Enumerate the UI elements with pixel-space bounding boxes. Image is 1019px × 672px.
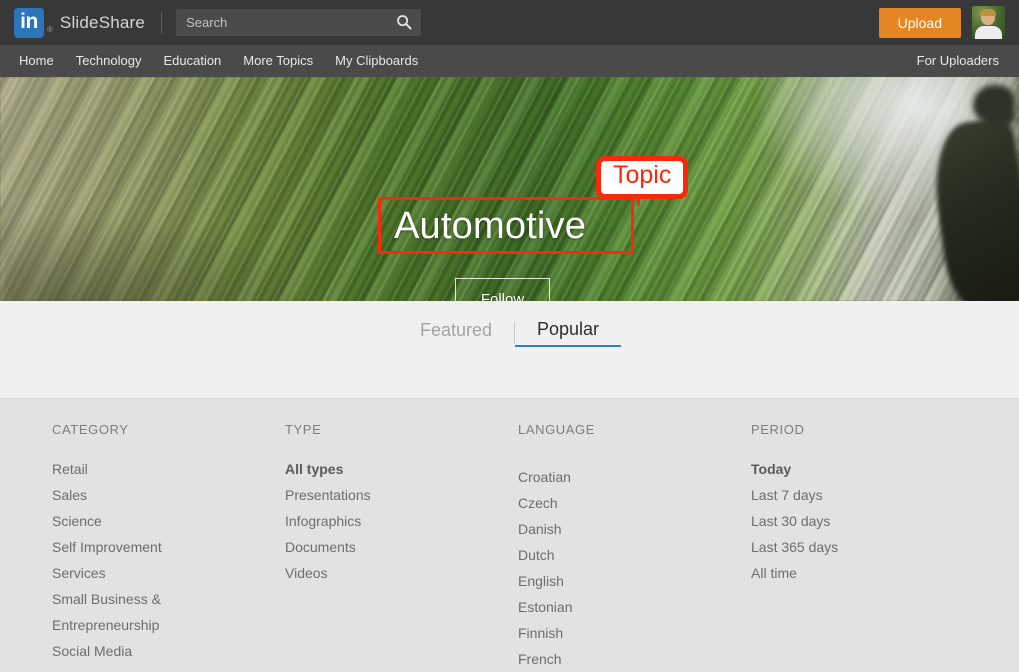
search-icon[interactable]: [396, 14, 412, 30]
list-item[interactable]: Finnish: [518, 620, 668, 646]
filter-column-period: PERIOD Today Last 7 days Last 30 days La…: [751, 422, 984, 672]
list-item[interactable]: Today: [751, 456, 901, 482]
avatar-hair: [980, 9, 996, 16]
list-item[interactable]: Infographics: [285, 508, 435, 534]
nav-item-education[interactable]: Education: [163, 45, 221, 77]
filter-heading-language: LANGUAGE: [518, 422, 596, 437]
brand-logo[interactable]: in ® SlideShare: [14, 7, 146, 38]
main-navigation: Home Technology Education More Topics My…: [0, 45, 1019, 77]
list-item[interactable]: Science: [52, 508, 202, 534]
filter-list-type: All types Presentations Infographics Doc…: [285, 456, 518, 586]
list-item[interactable]: English: [518, 568, 668, 594]
tab-popular[interactable]: Popular: [515, 319, 622, 347]
nav-item-for-uploaders[interactable]: For Uploaders: [917, 53, 999, 68]
filter-panel: CATEGORY Retail Sales Science Self Impro…: [0, 399, 1019, 672]
tab-featured[interactable]: Featured: [398, 320, 514, 346]
list-item[interactable]: Chinese: [518, 456, 668, 464]
list-item[interactable]: Presentations: [285, 482, 435, 508]
list-item[interactable]: All time: [751, 560, 901, 586]
list-item[interactable]: Software: [52, 664, 202, 672]
filter-column-category: CATEGORY Retail Sales Science Self Impro…: [52, 422, 285, 672]
nav-item-more-topics[interactable]: More Topics: [243, 45, 313, 77]
list-item[interactable]: French: [518, 646, 668, 672]
language-scroll-container[interactable]: Chinese Croatian Czech Danish Dutch Engl…: [518, 456, 751, 672]
list-item[interactable]: Czech: [518, 490, 668, 516]
search-input[interactable]: [176, 15, 422, 30]
list-item[interactable]: Estonian: [518, 594, 668, 620]
filter-column-language: LANGUAGE Chinese Croatian Czech Danish D…: [518, 422, 751, 672]
filter-heading-category: CATEGORY: [52, 422, 129, 437]
filter-column-type: TYPE All types Presentations Infographic…: [285, 422, 518, 672]
top-header: in ® SlideShare Upload: [0, 0, 1019, 45]
hero-foliage-dark: [973, 85, 1015, 125]
filter-list-category: Retail Sales Science Self Improvement Se…: [52, 456, 285, 672]
avatar[interactable]: [972, 6, 1005, 39]
search-box[interactable]: [176, 9, 422, 36]
list-item[interactable]: Dutch: [518, 542, 668, 568]
list-item[interactable]: Sales: [52, 482, 202, 508]
annotation-callout-topic: Topic: [596, 156, 689, 205]
list-item[interactable]: Documents: [285, 534, 435, 560]
header-actions: Upload: [878, 0, 1005, 45]
list-item[interactable]: Last 7 days: [751, 482, 901, 508]
linkedin-logo-icon: in: [14, 7, 44, 38]
list-item[interactable]: Last 365 days: [751, 534, 901, 560]
nav-item-technology[interactable]: Technology: [76, 45, 142, 77]
nav-left-group: Home Technology Education More Topics My…: [19, 45, 418, 77]
list-item[interactable]: Danish: [518, 516, 668, 542]
follow-button[interactable]: Follow: [455, 278, 550, 301]
header-divider: [161, 11, 163, 34]
filter-heading-type: TYPE: [285, 422, 322, 437]
page-title: Automotive: [394, 205, 587, 247]
brand-name: SlideShare: [59, 12, 146, 32]
list-item[interactable]: Retail: [52, 456, 202, 482]
nav-right-group: For Uploaders: [917, 45, 999, 77]
nav-item-home[interactable]: Home: [19, 45, 54, 77]
filter-list-period: Today Last 7 days Last 30 days Last 365 …: [751, 456, 984, 586]
upload-button[interactable]: Upload: [878, 7, 961, 38]
registered-trademark-icon: ®: [47, 24, 53, 34]
filter-heading-period: PERIOD: [751, 422, 805, 437]
list-item[interactable]: All types: [285, 456, 435, 482]
list-item[interactable]: Social Media: [52, 638, 202, 664]
hero-shadow-left: [0, 211, 330, 301]
list-item[interactable]: Videos: [285, 560, 435, 586]
filter-list-language: Chinese Croatian Czech Danish Dutch Engl…: [518, 456, 751, 672]
list-item[interactable]: Self Improvement: [52, 534, 202, 560]
tab-list: Featured Popular: [0, 301, 1019, 347]
nav-item-my-clipboards[interactable]: My Clipboards: [335, 45, 418, 77]
list-item[interactable]: Services: [52, 560, 202, 586]
list-item[interactable]: Small Business & Entrepreneurship: [52, 586, 202, 638]
list-item[interactable]: Last 30 days: [751, 508, 901, 534]
hero-banner: Automotive Follow Topic: [0, 77, 1019, 301]
list-item[interactable]: Croatian: [518, 464, 668, 490]
avatar-body: [975, 26, 1002, 39]
tabs-section: Featured Popular more filters: [0, 301, 1019, 672]
